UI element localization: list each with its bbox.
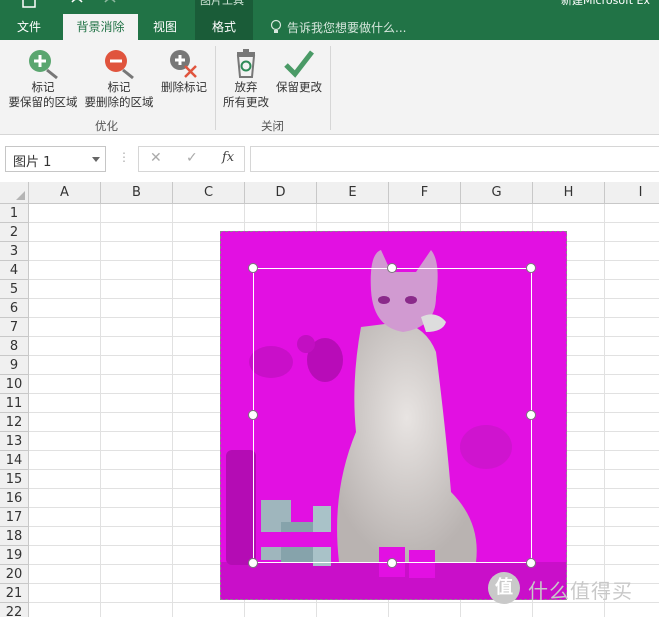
- resize-handle[interactable]: [248, 263, 258, 273]
- row-header[interactable]: 5: [0, 280, 29, 299]
- save-icon[interactable]: [22, 0, 36, 12]
- delete-mark-button[interactable]: 删除标记: [158, 48, 210, 95]
- watermark-text: 什么值得买: [528, 579, 633, 603]
- tell-me-search[interactable]: 告诉我您想要做什么...: [287, 19, 406, 36]
- mark-areas-to-keep-button[interactable]: 标记 要保留的区域: [5, 48, 81, 110]
- checkmark-icon: [284, 50, 314, 78]
- column-header[interactable]: B: [101, 182, 173, 204]
- tab-view[interactable]: 视图: [142, 14, 188, 40]
- button-label: 标记: [107, 80, 131, 94]
- resize-handle[interactable]: [526, 558, 536, 568]
- row-header[interactable]: 22: [0, 603, 29, 617]
- mark-remove-icon: [105, 50, 134, 80]
- row-header[interactable]: 17: [0, 508, 29, 527]
- column-header[interactable]: G: [461, 182, 533, 204]
- delete-mark-icon: [170, 50, 197, 78]
- row-header[interactable]: 12: [0, 413, 29, 432]
- redo-icon[interactable]: [103, 0, 117, 10]
- tab-label: 背景消除: [76, 20, 125, 34]
- tab-file[interactable]: 文件: [5, 14, 53, 40]
- more-options-icon[interactable]: ⋮: [118, 150, 130, 164]
- discard-all-changes-button[interactable]: 放弃 所有更改: [220, 48, 272, 110]
- tab-label: 格式: [211, 20, 236, 34]
- formula-buttons: ✕ ✓ fx: [138, 146, 245, 172]
- button-label: 放弃: [234, 80, 258, 94]
- insert-function-icon[interactable]: fx: [222, 150, 234, 165]
- row-header[interactable]: 4: [0, 261, 29, 280]
- resize-handle[interactable]: [526, 263, 536, 273]
- row-header[interactable]: 15: [0, 470, 29, 489]
- row-header[interactable]: 21: [0, 584, 29, 603]
- row-header[interactable]: 18: [0, 527, 29, 546]
- undo-icon[interactable]: [70, 0, 84, 10]
- group-label-close: 关闭: [261, 119, 284, 133]
- app-title: 新建Microsoft Ex: [561, 0, 651, 7]
- group-separator: [330, 46, 331, 130]
- row-header[interactable]: 16: [0, 489, 29, 508]
- row-header[interactable]: 1: [0, 204, 29, 223]
- row-header[interactable]: 6: [0, 299, 29, 318]
- row-header[interactable]: 10: [0, 375, 29, 394]
- cancel-icon[interactable]: ✕: [150, 150, 162, 166]
- row-header[interactable]: 19: [0, 546, 29, 565]
- resize-handle[interactable]: [387, 263, 397, 273]
- column-header[interactable]: E: [317, 182, 389, 204]
- column-header[interactable]: D: [245, 182, 317, 204]
- lightbulb-icon: [270, 19, 282, 35]
- column-header[interactable]: F: [389, 182, 461, 204]
- button-label: 标记: [31, 80, 55, 94]
- chevron-down-icon[interactable]: [92, 157, 100, 162]
- button-label: 要删除的区域: [84, 95, 154, 109]
- select-all-icon: [16, 191, 25, 200]
- keep-area-selection-box[interactable]: [253, 268, 532, 563]
- group-separator: [215, 46, 216, 130]
- resize-handle[interactable]: [248, 410, 258, 420]
- name-box-value: 图片 1: [13, 155, 52, 170]
- row-header[interactable]: 11: [0, 394, 29, 413]
- mark-areas-to-remove-button[interactable]: 标记 要删除的区域: [82, 48, 156, 110]
- row-header[interactable]: 2: [0, 223, 29, 242]
- button-label: 保留更改: [276, 80, 322, 94]
- button-label: 删除标记: [161, 80, 207, 94]
- resize-handle[interactable]: [248, 558, 258, 568]
- tab-format[interactable]: 格式: [199, 14, 249, 40]
- button-label: 要保留的区域: [8, 95, 78, 109]
- resize-handle[interactable]: [387, 558, 397, 568]
- column-header[interactable]: I: [605, 182, 659, 204]
- button-label: 所有更改: [223, 95, 269, 109]
- column-header[interactable]: H: [533, 182, 605, 204]
- name-box[interactable]: 图片 1: [5, 146, 106, 172]
- row-header[interactable]: 13: [0, 432, 29, 451]
- watermark: 值 什么值得买: [488, 571, 656, 607]
- keep-changes-button[interactable]: 保留更改: [273, 48, 325, 95]
- select-all-button[interactable]: [0, 182, 29, 204]
- mark-keep-icon: [29, 50, 58, 80]
- enter-icon[interactable]: ✓: [186, 150, 198, 166]
- tab-background-removal[interactable]: 背景消除: [63, 14, 138, 40]
- column-header[interactable]: A: [29, 182, 101, 204]
- context-tab-title: 图片工具: [200, 0, 244, 7]
- column-header[interactable]: C: [173, 182, 245, 204]
- discard-icon: [236, 49, 256, 78]
- row-header[interactable]: 8: [0, 337, 29, 356]
- row-header[interactable]: 9: [0, 356, 29, 375]
- group-label-refine: 优化: [95, 119, 118, 133]
- row-header[interactable]: 7: [0, 318, 29, 337]
- resize-handle[interactable]: [526, 410, 536, 420]
- formula-input[interactable]: [250, 146, 659, 172]
- row-header[interactable]: 20: [0, 565, 29, 584]
- watermark-badge: 值: [488, 572, 520, 604]
- title-tab-bar: 图片工具 新建Microsoft Ex 文件 背景消除 视图 格式 告诉我您想要…: [0, 0, 659, 40]
- row-header[interactable]: 3: [0, 242, 29, 261]
- tab-label: 视图: [152, 20, 177, 34]
- row-header[interactable]: 14: [0, 451, 29, 470]
- formula-bar: 图片 1 ⋮ ✕ ✓ fx: [0, 135, 659, 182]
- tab-label: 文件: [16, 20, 41, 34]
